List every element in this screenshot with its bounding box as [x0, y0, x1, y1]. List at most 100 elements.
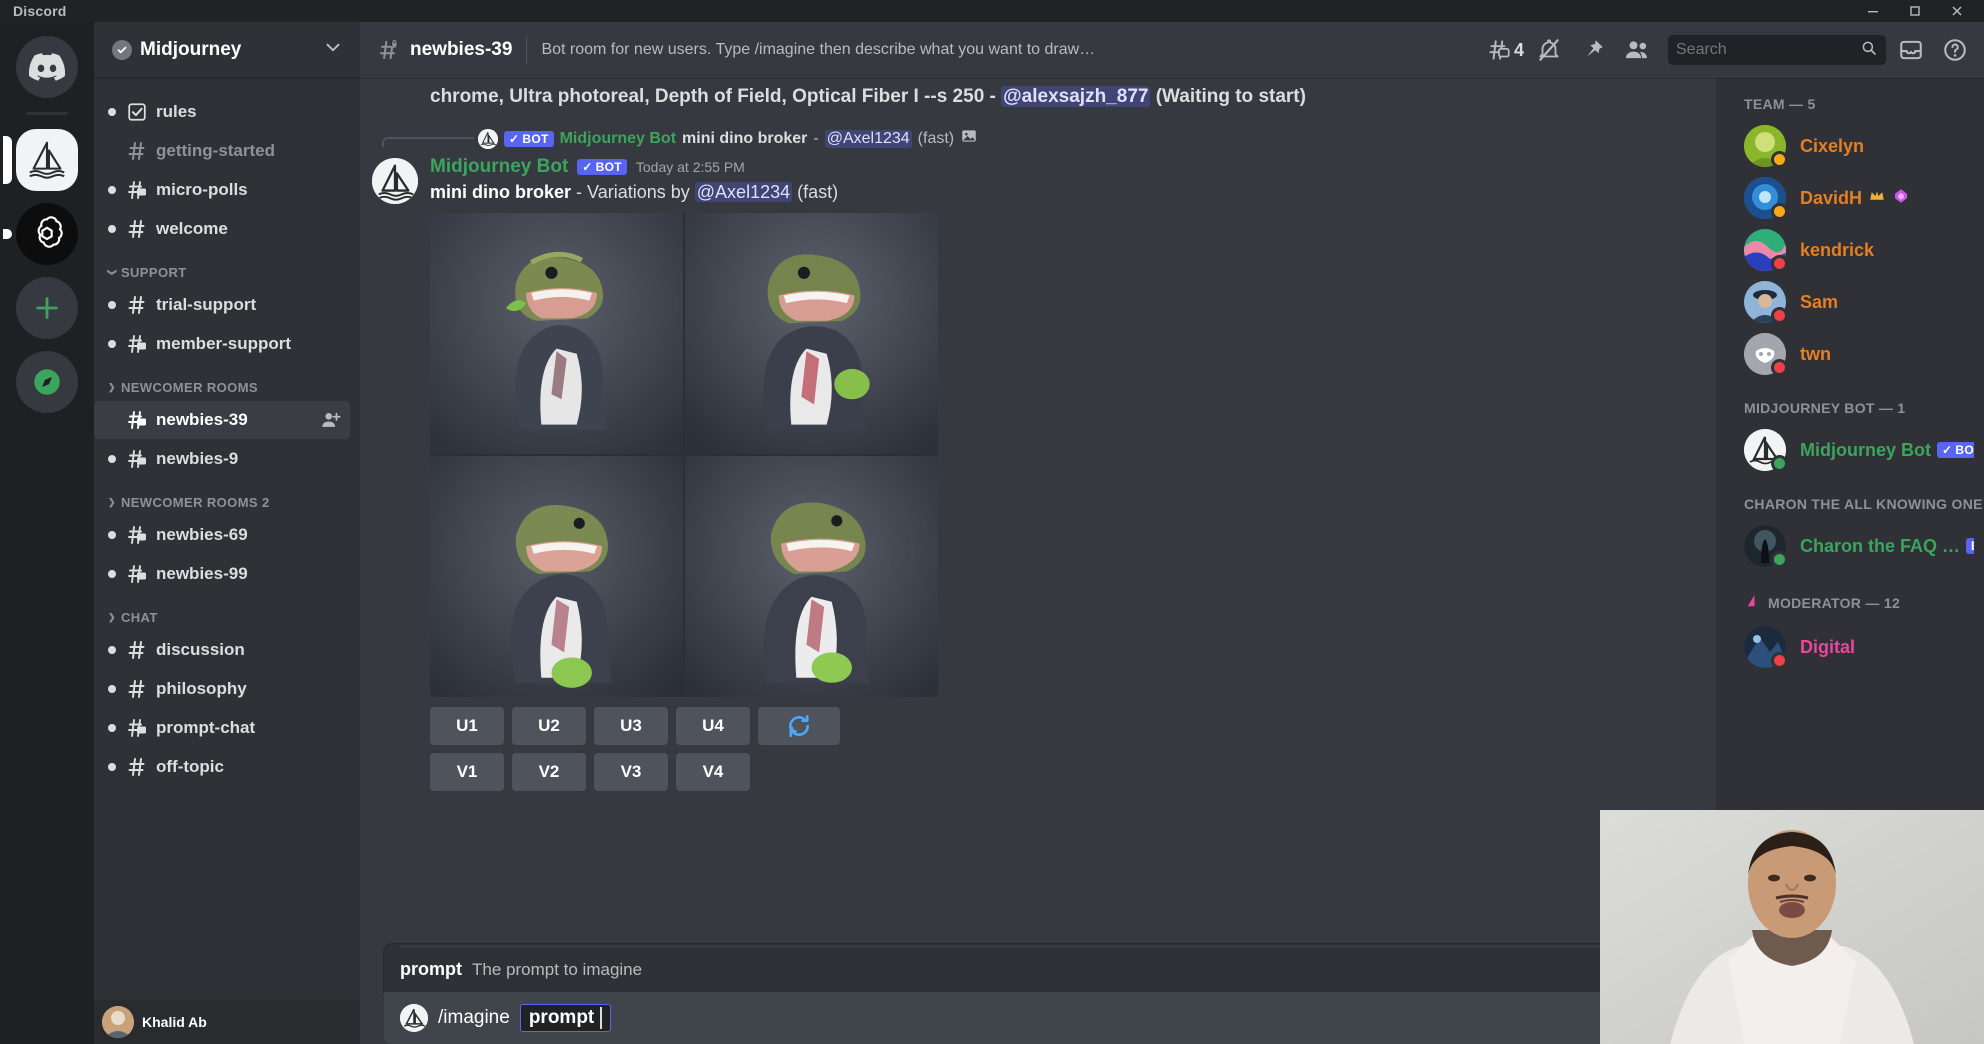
sidebar-item-rules[interactable]: rules [94, 93, 350, 131]
bot-label: BOT [1955, 442, 1974, 457]
sidebar-item-discussion[interactable]: discussion [94, 631, 350, 669]
channel-category-newcomer-rooms[interactable]: ❯ NEWCOMER ROOMS [94, 364, 360, 400]
member-category-label: MIDJOURNEY BOT — 1 [1744, 400, 1906, 416]
message-mention[interactable]: @Axel1234 [694, 182, 793, 203]
member-name-text: Cixelyn [1800, 135, 1865, 156]
server-item-home[interactable] [11, 36, 83, 98]
minimize-button[interactable] [1852, 0, 1894, 22]
member-row[interactable]: twn [1716, 328, 1984, 380]
message-input[interactable]: /imagine prompt [384, 992, 1700, 1044]
reply-author[interactable]: Midjourney Bot [560, 130, 676, 148]
sidebar-item-micro-polls[interactable]: micro-polls [94, 171, 350, 209]
variation-button-row: V1 V2 V3 V4 [430, 753, 1640, 792]
member-row[interactable]: DavidH [1716, 172, 1984, 224]
channel-category-chat[interactable]: ❯ CHAT [94, 594, 360, 630]
add-server-button[interactable] [11, 277, 83, 339]
sidebar-item-philosophy[interactable]: philosophy [94, 670, 350, 708]
explore-servers-button[interactable] [11, 351, 83, 413]
unread-indicator [108, 724, 116, 732]
upscale-button-u4[interactable]: U4 [676, 707, 750, 746]
upscale-button-u3[interactable]: U3 [594, 707, 668, 746]
image-quadrant[interactable] [685, 456, 938, 698]
unread-indicator [108, 455, 116, 463]
maximize-button[interactable] [1894, 0, 1936, 22]
scrollback-status: (Waiting to start) [1155, 86, 1306, 107]
member-row[interactable]: kendrick [1716, 224, 1984, 276]
generated-image-grid[interactable] [430, 213, 938, 698]
reroll-icon[interactable] [758, 707, 840, 746]
reply-mode: (fast) [917, 129, 955, 147]
sidebar-item-off-topic[interactable]: off-topic [94, 748, 350, 786]
variation-button-v3[interactable]: V3 [594, 753, 668, 792]
member-row[interactable]: Sam [1716, 276, 1984, 328]
slash-command-autocomplete[interactable]: prompt The prompt to imagine [384, 944, 1700, 992]
image-quadrant[interactable] [685, 213, 938, 455]
avatar[interactable] [372, 158, 418, 205]
threads-icon[interactable]: 4 [1486, 31, 1524, 69]
autocomplete-option[interactable]: prompt The prompt to imagine [384, 947, 1700, 992]
server-header[interactable]: Midjourney [94, 22, 360, 78]
scrollback-mention[interactable]: @alexsajzh_877 [1001, 86, 1151, 107]
member-row[interactable]: Digital [1716, 621, 1984, 673]
unread-indicator [108, 186, 116, 194]
variation-button-v2[interactable]: V2 [512, 753, 586, 792]
sidebar-item-welcome[interactable]: welcome [94, 210, 350, 248]
server-item-openai[interactable] [3, 203, 83, 265]
message-list[interactable]: chrome, Ultra photoreal, Depth of Field,… [360, 78, 1716, 944]
sidebar-item-newbies-69[interactable]: newbies-69 [94, 516, 350, 554]
channel-category-support[interactable]: ❯ SUPPORT [94, 249, 360, 285]
sidebar-item-newbies-99[interactable]: newbies-99 [94, 555, 350, 593]
member-row[interactable]: Midjourney Bot ✓BOT [1716, 424, 1984, 476]
message-author[interactable]: Midjourney Bot [430, 156, 568, 178]
current-user-panel[interactable]: Khalid Ab [94, 1000, 360, 1044]
slash-command-arg-chip[interactable]: prompt [519, 1004, 612, 1032]
sidebar-item-trial-support[interactable]: trial-support [94, 286, 350, 324]
upscale-button-u1[interactable]: U1 [430, 707, 504, 746]
message-kind: Variations by [587, 182, 690, 203]
pin-icon[interactable] [1574, 31, 1612, 69]
inbox-icon[interactable] [1892, 31, 1930, 69]
search-input[interactable]: Search [1668, 35, 1886, 65]
chat-area: chrome, Ultra photoreal, Depth of Field,… [360, 78, 1716, 1044]
server-rail [0, 22, 94, 1044]
forum-channel-icon [124, 716, 150, 740]
hash-icon [124, 217, 150, 241]
add-member-icon[interactable] [320, 409, 342, 431]
member-name: Charon the FAQ … BOT [1800, 536, 1974, 557]
sidebar-item-member-support[interactable]: member-support [94, 325, 350, 363]
avatar [1744, 525, 1788, 568]
channel-list[interactable]: rules getting-started micro-polls welcome ❯ S… [94, 78, 360, 1000]
avatar [1744, 333, 1788, 376]
sidebar-item-newbies-39[interactable]: newbies-39 [94, 401, 350, 439]
close-button[interactable] [1936, 0, 1978, 22]
server-item-midjourney[interactable] [3, 129, 83, 191]
composer: prompt The prompt to imagine /imagine pr… [360, 944, 1716, 1044]
member-row[interactable]: Cixelyn [1716, 120, 1984, 172]
sailboat-icon [16, 129, 78, 191]
status-badge [1771, 551, 1788, 568]
search-icon [1860, 39, 1878, 62]
reply-dash: - [813, 129, 819, 147]
variation-button-v1[interactable]: V1 [430, 753, 504, 792]
bot-check-icon: ✓ [509, 131, 520, 146]
variation-button-v4[interactable]: V4 [676, 753, 750, 792]
midjourney-action-buttons: U1 U2 U3 U4 V1 V2 V3 V4 [430, 707, 1640, 792]
chevron-down-icon: ❯ [107, 268, 118, 277]
chevron-down-icon[interactable] [322, 36, 344, 63]
moderator-sail-icon [1744, 592, 1762, 613]
upscale-button-u2[interactable]: U2 [512, 707, 586, 746]
members-icon[interactable] [1618, 31, 1656, 69]
sidebar-item-getting-started[interactable]: getting-started [94, 132, 350, 170]
channel-name: discussion [156, 640, 245, 659]
reply-mention[interactable]: @Axel1234 [824, 129, 912, 148]
reply-reference[interactable]: ✓ BOT Midjourney Bot mini dino broker - … [382, 127, 1640, 150]
sidebar-item-newbies-9[interactable]: newbies-9 [94, 440, 350, 478]
help-icon[interactable] [1936, 31, 1974, 69]
image-quadrant[interactable] [430, 213, 683, 455]
channel-category-newcomer-rooms-2[interactable]: ❯ NEWCOMER ROOMS 2 [94, 479, 360, 515]
bell-muted-icon[interactable] [1530, 31, 1568, 69]
sidebar-item-prompt-chat[interactable]: prompt-chat [94, 709, 350, 747]
channel-topic[interactable]: Bot room for new users. Type /imagine th… [541, 41, 1476, 59]
member-row[interactable]: Charon the FAQ … BOT [1716, 520, 1984, 572]
image-quadrant[interactable] [430, 456, 683, 698]
